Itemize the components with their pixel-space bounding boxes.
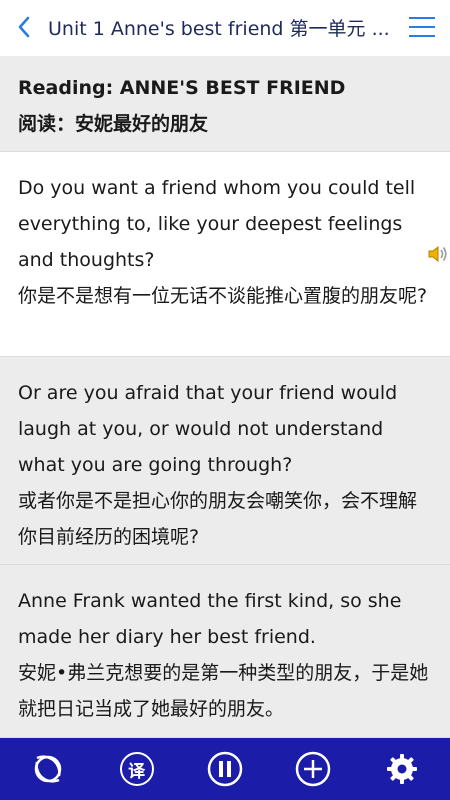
back-button[interactable] (0, 0, 48, 54)
paragraph-1-en: Do you want a friend whom you could tell… (18, 177, 416, 271)
paragraph-2-zh: 或者你是不是担心你的朋友会嘲笑你，会不理解你目前经历的困境呢? (18, 490, 418, 548)
paragraph-3-zh: 安妮•弗兰克想要的是第一种类型的朋友，于是她就把日记当成了她最好的朋友。 (18, 662, 429, 720)
loop-button[interactable] (18, 739, 78, 799)
hamburger-menu-icon (409, 17, 435, 37)
paragraph-3[interactable]: Anne Frank wanted the first kind, so she… (0, 565, 450, 738)
paragraph-1-zh: 你是不是想有一位无话不谈能推心置腹的朋友呢? (18, 285, 428, 307)
paragraph-1[interactable]: Do you want a friend whom you could tell… (0, 152, 450, 357)
paragraph-2-en: Or are you afraid that your friend would… (18, 382, 398, 476)
loop-icon (34, 755, 62, 783)
menu-button[interactable] (394, 0, 450, 54)
chevron-left-icon (18, 16, 30, 38)
app-header: Unit 1 Anne's best friend 第一单元 ... (0, 0, 450, 54)
translate-button[interactable]: 译 (107, 739, 167, 799)
speaker-button[interactable] (426, 242, 450, 266)
speaker-icon (428, 245, 447, 263)
settings-button[interactable] (372, 739, 432, 799)
section-title-block: Reading: ANNE'S BEST FRIEND 阅读：安妮最好的朋友 (0, 56, 450, 152)
add-button[interactable] (283, 739, 343, 799)
add-icon (296, 751, 331, 787)
page-title: Unit 1 Anne's best friend 第一单元 ... (48, 17, 390, 40)
paragraph-2[interactable]: Or are you afraid that your friend would… (0, 357, 450, 565)
translate-icon: 译 (119, 752, 154, 786)
section-title-zh: 阅读：安妮最好的朋友 (18, 113, 209, 135)
settings-icon (386, 754, 417, 784)
pause-button[interactable] (195, 739, 255, 799)
section-title-en: Reading: ANNE'S BEST FRIEND (18, 77, 346, 99)
paragraph-3-en: Anne Frank wanted the first kind, so she… (18, 590, 402, 648)
bottom-toolbar: 译 (0, 738, 450, 800)
pause-icon (207, 751, 243, 787)
